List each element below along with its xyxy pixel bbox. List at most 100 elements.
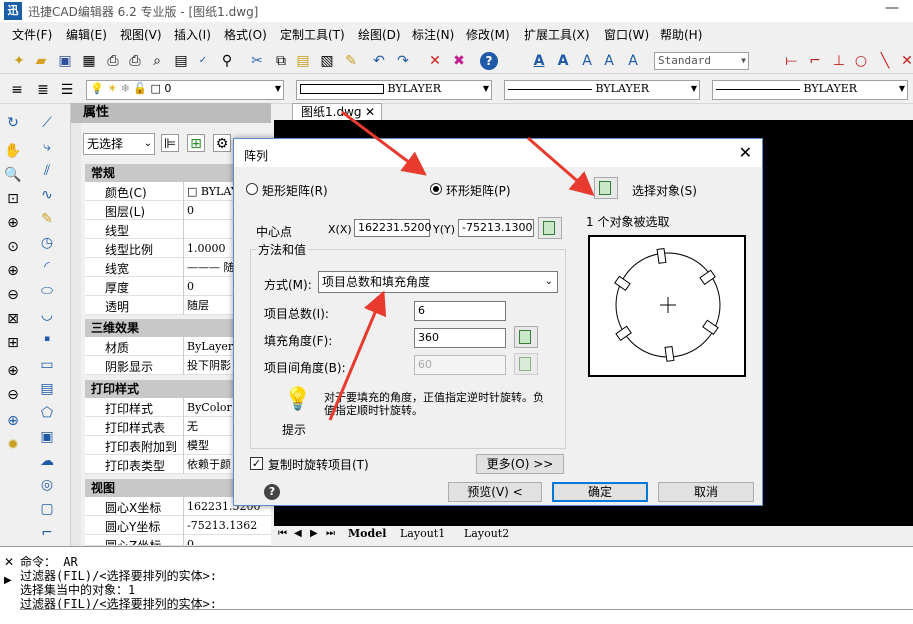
minimize-button[interactable]: — <box>885 0 899 16</box>
ok-button[interactable]: 确定 <box>552 482 648 502</box>
fillet-icon[interactable]: ⌐ <box>38 524 56 542</box>
region-icon[interactable]: ▣ <box>38 428 56 446</box>
close-icon[interactable]: ✕ <box>365 104 375 120</box>
polar-array-label[interactable]: 环形矩阵(P) <box>446 182 511 199</box>
menu-window[interactable]: 窗口(W) <box>604 26 649 43</box>
dim-aligned-icon[interactable]: ⌐ <box>806 52 824 70</box>
properties-scrollbar[interactable] <box>71 123 81 546</box>
selection-combo[interactable]: 无选择 ⌄ <box>83 133 155 155</box>
cancel-button[interactable]: 取消 <box>658 482 754 502</box>
publish-icon[interactable]: ▤ <box>172 52 190 70</box>
select-objects-button[interactable] <box>594 177 618 199</box>
zoom-realtime-icon[interactable]: 🔍 <box>4 166 22 184</box>
center-x-input[interactable]: 162231.5200 <box>354 219 431 237</box>
dim-linear-icon[interactable]: ⟝ <box>782 52 800 70</box>
menu-format[interactable]: 格式(O) <box>224 26 267 43</box>
redo-icon[interactable]: ↷ <box>394 52 412 70</box>
ellipse-arc-icon[interactable]: ◡ <box>38 306 56 324</box>
menu-draw[interactable]: 绘图(D) <box>358 26 401 43</box>
donut-icon[interactable]: ◎ <box>38 476 56 494</box>
zoom-dynamic-icon[interactable]: ⊕ <box>4 214 22 232</box>
save-all-icon[interactable]: ▦ <box>80 52 98 70</box>
linetype-combo[interactable]: BYLAYER ▼ <box>504 80 700 100</box>
multiline-text-icon[interactable]: A <box>554 52 572 70</box>
menu-view[interactable]: 视图(V) <box>120 26 162 43</box>
menu-extensions[interactable]: 扩展工具(X) <box>524 26 590 43</box>
ellipse-icon[interactable]: ⬭ <box>38 282 56 300</box>
menu-custom-tools[interactable]: 定制工具(T) <box>280 26 345 43</box>
drawing-tab[interactable]: 图纸1.dwg ✕ <box>292 103 382 121</box>
line-icon[interactable]: ⟋ <box>38 114 56 132</box>
erase-icon[interactable]: ✖ <box>450 52 468 70</box>
table-icon[interactable]: ▢ <box>38 500 56 518</box>
zoom-out-minus-icon[interactable]: ⊖ <box>4 386 22 404</box>
menu-insert[interactable]: 插入(I) <box>174 26 211 43</box>
copy-icon[interactable]: ⧉ <box>272 52 290 70</box>
tab-layout2[interactable]: Layout2 <box>464 527 509 540</box>
circle-tool-icon[interactable]: ○ <box>852 52 870 70</box>
tab-model[interactable]: Model <box>348 527 386 540</box>
spellcheck-icon[interactable]: ✓ <box>194 52 212 70</box>
rotate-items-checkbox[interactable]: ✓ <box>250 457 263 470</box>
paste-special-icon[interactable]: ▧ <box>318 52 336 70</box>
hatch-icon[interactable]: ▤ <box>38 380 56 398</box>
rectangular-array-label[interactable]: 矩形矩阵(R) <box>262 182 328 199</box>
property-row[interactable]: 圆心Z坐标 0 <box>85 535 271 546</box>
pick-fill-angle-button[interactable] <box>514 326 538 348</box>
tab-layout1[interactable]: Layout1 <box>400 527 445 540</box>
undo-icon[interactable]: ↶ <box>370 52 388 70</box>
multiline-icon[interactable]: ⫽ <box>38 162 56 180</box>
command-input[interactable] <box>20 609 913 623</box>
zoom-extents-icon[interactable]: ⊞ <box>4 334 22 352</box>
sketch-icon[interactable]: ✎ <box>38 210 56 228</box>
method-select[interactable]: 项目总数和填充角度 ⌄ <box>318 271 558 293</box>
render-icon[interactable]: ✹ <box>4 436 22 454</box>
menu-edit[interactable]: 编辑(E) <box>66 26 107 43</box>
fill-angle-input[interactable]: 360 <box>414 328 506 348</box>
quick-select-icon[interactable]: ⊫ <box>161 134 179 152</box>
zoom-scale-icon[interactable]: ⊙ <box>4 238 22 256</box>
menu-dimension[interactable]: 标注(N) <box>412 26 454 43</box>
color-combo[interactable]: BYLAYER ▼ <box>296 80 492 100</box>
preview-button[interactable]: 预览(V) < <box>448 482 542 502</box>
new-file-icon[interactable]: ✦ <box>10 52 28 70</box>
text-override-icon[interactable]: A <box>600 52 618 70</box>
layer-previous-icon[interactable]: ☰ <box>58 81 76 99</box>
point-icon[interactable]: ▪ <box>38 330 56 348</box>
delete-icon[interactable]: ✕ <box>426 52 444 70</box>
pick-center-button[interactable] <box>538 217 562 239</box>
print-icon[interactable]: ⎙ <box>104 52 122 70</box>
menu-file[interactable]: 文件(F) <box>12 26 52 43</box>
find-text-icon[interactable]: A <box>624 52 642 70</box>
total-items-input[interactable]: 6 <box>414 301 506 321</box>
edit-text-icon[interactable]: A <box>578 52 596 70</box>
text-style-combo[interactable]: Standard ▼ <box>654 52 749 70</box>
circle-icon[interactable]: ◷ <box>38 234 56 252</box>
print-setup-icon[interactable]: ⎙ <box>126 52 144 70</box>
property-row[interactable]: 圆心Y坐标 -75213.1362 <box>85 516 271 535</box>
menu-modify[interactable]: 修改(M) <box>466 26 510 43</box>
match-properties-icon[interactable]: ✎ <box>342 52 360 70</box>
xline-tool-icon[interactable]: ✕ <box>898 52 913 70</box>
more-button[interactable]: 更多(O) >> <box>476 454 564 474</box>
zoom-in-plus-icon[interactable]: ⊕ <box>4 362 22 380</box>
zoom-out-icon[interactable]: ⊖ <box>4 286 22 304</box>
text-style-icon[interactable]: A <box>530 52 548 70</box>
polar-array-radio[interactable] <box>430 183 442 195</box>
layer-state-icon[interactable]: ≣ <box>34 81 52 99</box>
line-tool-icon[interactable]: ╲ <box>876 52 894 70</box>
zoom-in-icon[interactable]: ⊕ <box>4 262 22 280</box>
tab-first-icon[interactable]: ⏮ <box>278 528 287 539</box>
save-icon[interactable]: ▣ <box>56 52 74 70</box>
regen-icon[interactable]: ↻ <box>4 114 22 132</box>
pan-icon[interactable]: ✋ <box>4 142 22 160</box>
close-icon[interactable]: ✕ <box>739 143 752 162</box>
dim-ordinate-icon[interactable]: ⊥ <box>830 52 848 70</box>
select-objects-icon[interactable]: ⊞ <box>187 134 205 152</box>
zoom-all-icon[interactable]: ⊠ <box>4 310 22 328</box>
help-icon[interactable]: ? <box>264 484 280 500</box>
arc-icon[interactable]: ◜ <box>38 258 56 276</box>
tab-prev-icon[interactable]: ◀ <box>294 528 302 539</box>
rectangular-array-radio[interactable] <box>246 183 258 195</box>
cut-icon[interactable]: ✂ <box>248 52 266 70</box>
